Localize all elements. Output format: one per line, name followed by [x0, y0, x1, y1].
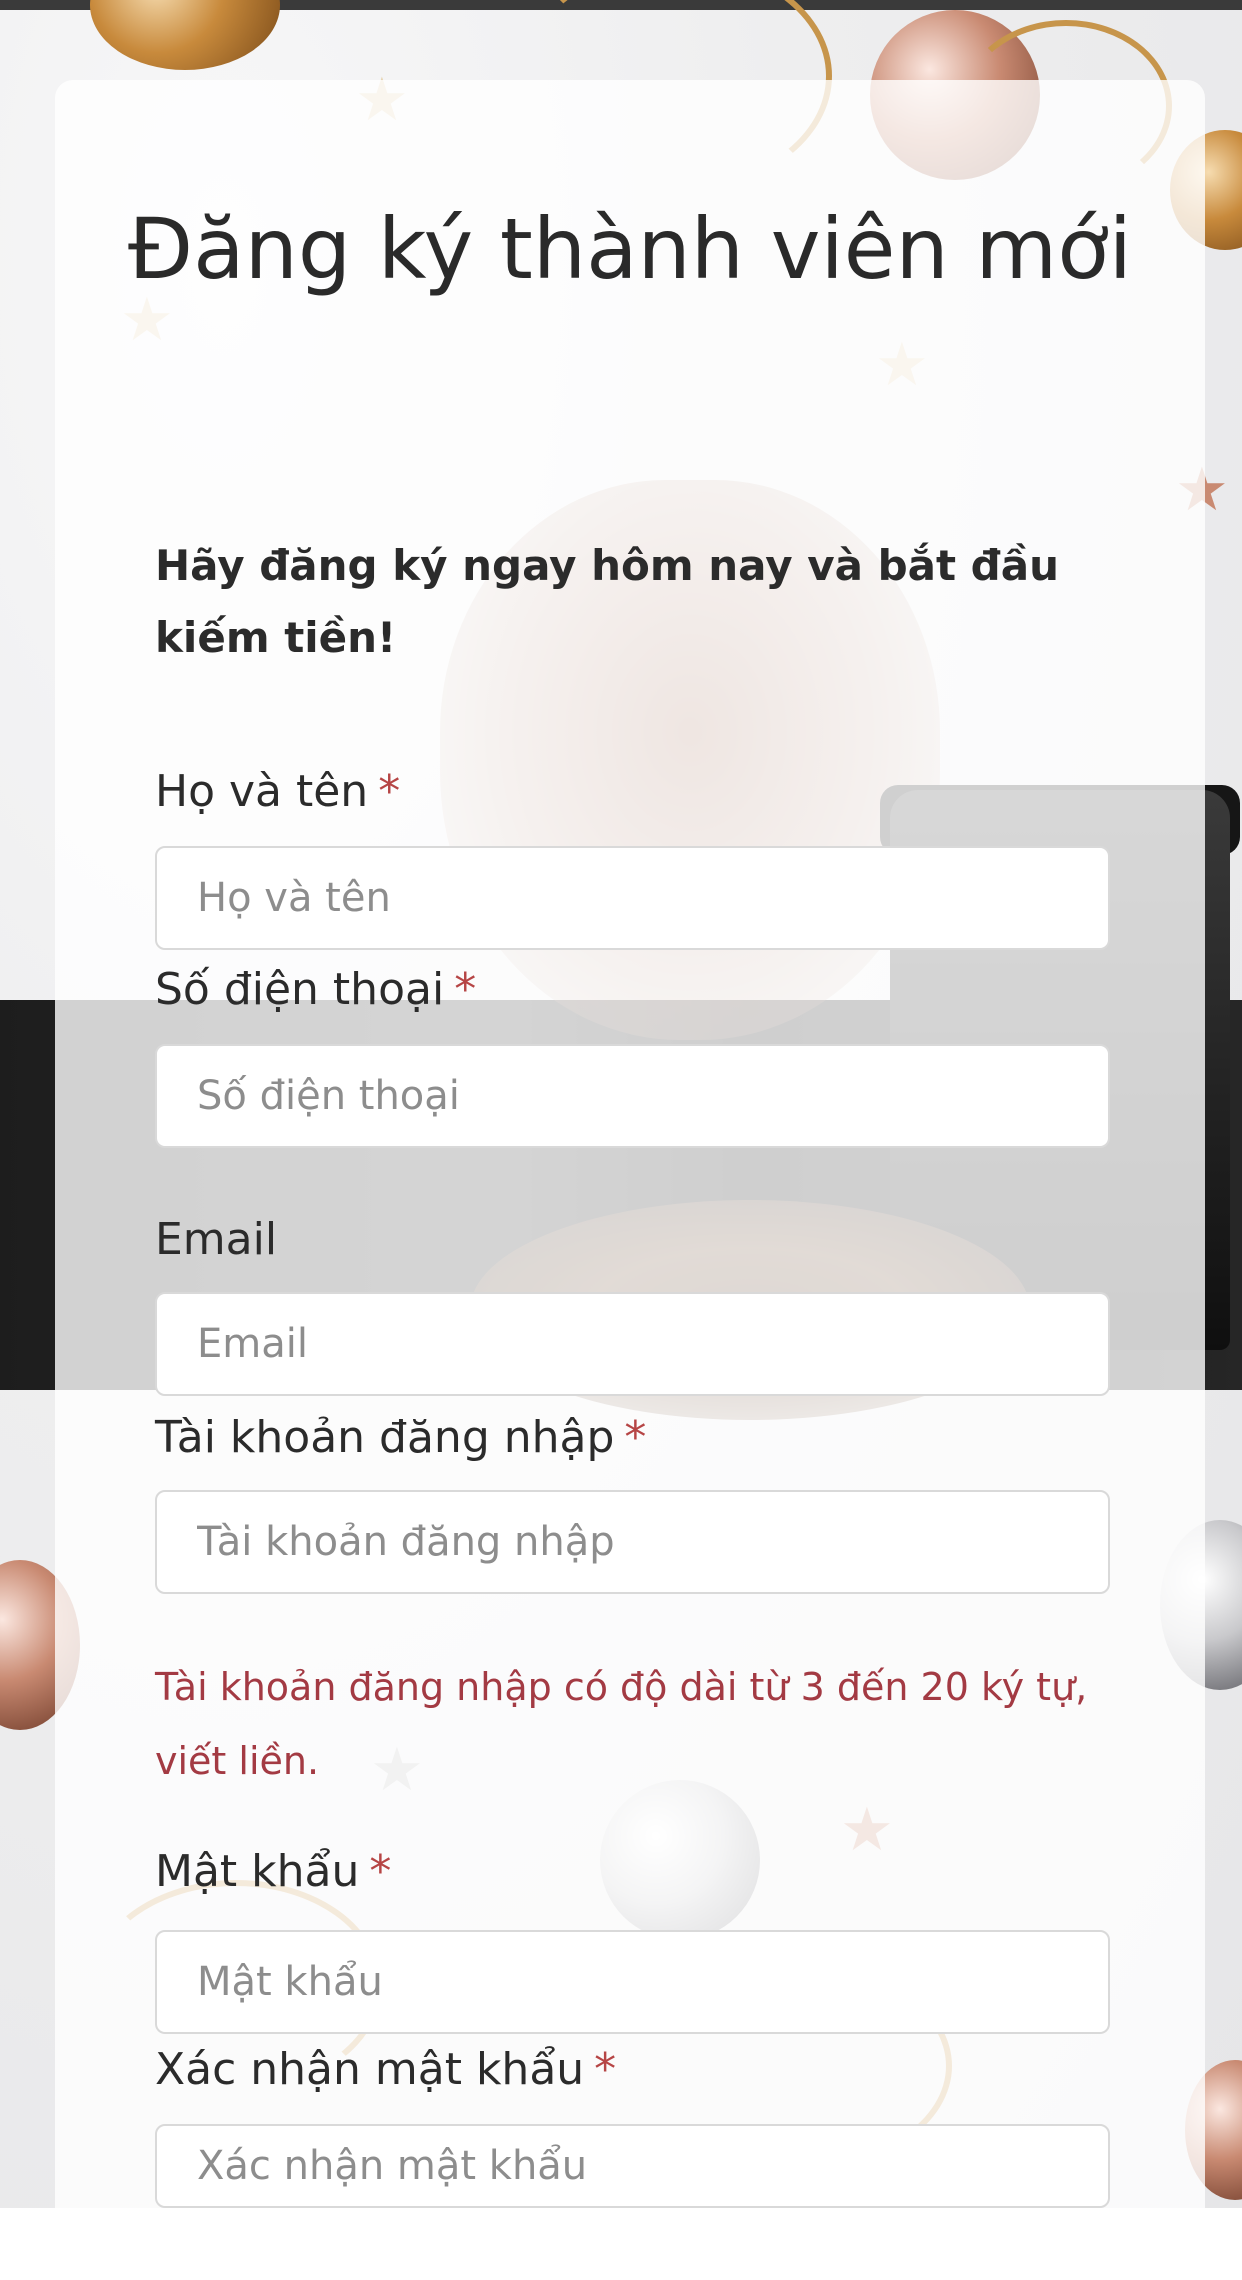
phone-label: Số điện thoại *	[155, 960, 476, 1020]
required-mark: *	[369, 1846, 392, 1897]
confirm-password-label-text: Xác nhận mật khẩu	[155, 2044, 585, 2095]
confirm-password-label: Xác nhận mật khẩu *	[155, 2040, 616, 2100]
username-hint: Tài khoản đăng nhập có độ dài từ 3 đến 2…	[155, 1665, 1088, 1783]
email-label: Email	[155, 1210, 277, 1270]
form-subtitle: Hãy đăng ký ngay hôm nay và bắt đầu kiếm…	[155, 541, 1059, 662]
required-mark: *	[624, 1412, 647, 1463]
ornament-gold	[90, 0, 280, 70]
password-label: Mật khẩu *	[155, 1842, 391, 1902]
fullname-label-text: Họ và tên	[155, 766, 369, 817]
required-mark: *	[454, 964, 477, 1015]
phone-input[interactable]	[155, 1044, 1110, 1148]
fullname-label: Họ và tên *	[155, 762, 400, 822]
username-input[interactable]	[155, 1490, 1110, 1594]
phone-label-text: Số điện thoại	[155, 964, 445, 1015]
email-input[interactable]	[155, 1292, 1110, 1396]
username-label: Tài khoản đăng nhập *	[155, 1408, 646, 1468]
fullname-input[interactable]	[155, 846, 1110, 950]
password-input[interactable]	[155, 1930, 1110, 2034]
password-label-text: Mật khẩu	[155, 1846, 360, 1897]
username-label-text: Tài khoản đăng nhập	[155, 1412, 615, 1463]
required-mark: *	[594, 2044, 617, 2095]
confirm-password-input[interactable]	[155, 2124, 1110, 2208]
required-mark: *	[378, 766, 401, 817]
email-label-text: Email	[155, 1214, 278, 1265]
page-title: Đăng ký thành viên mới	[128, 200, 1132, 298]
